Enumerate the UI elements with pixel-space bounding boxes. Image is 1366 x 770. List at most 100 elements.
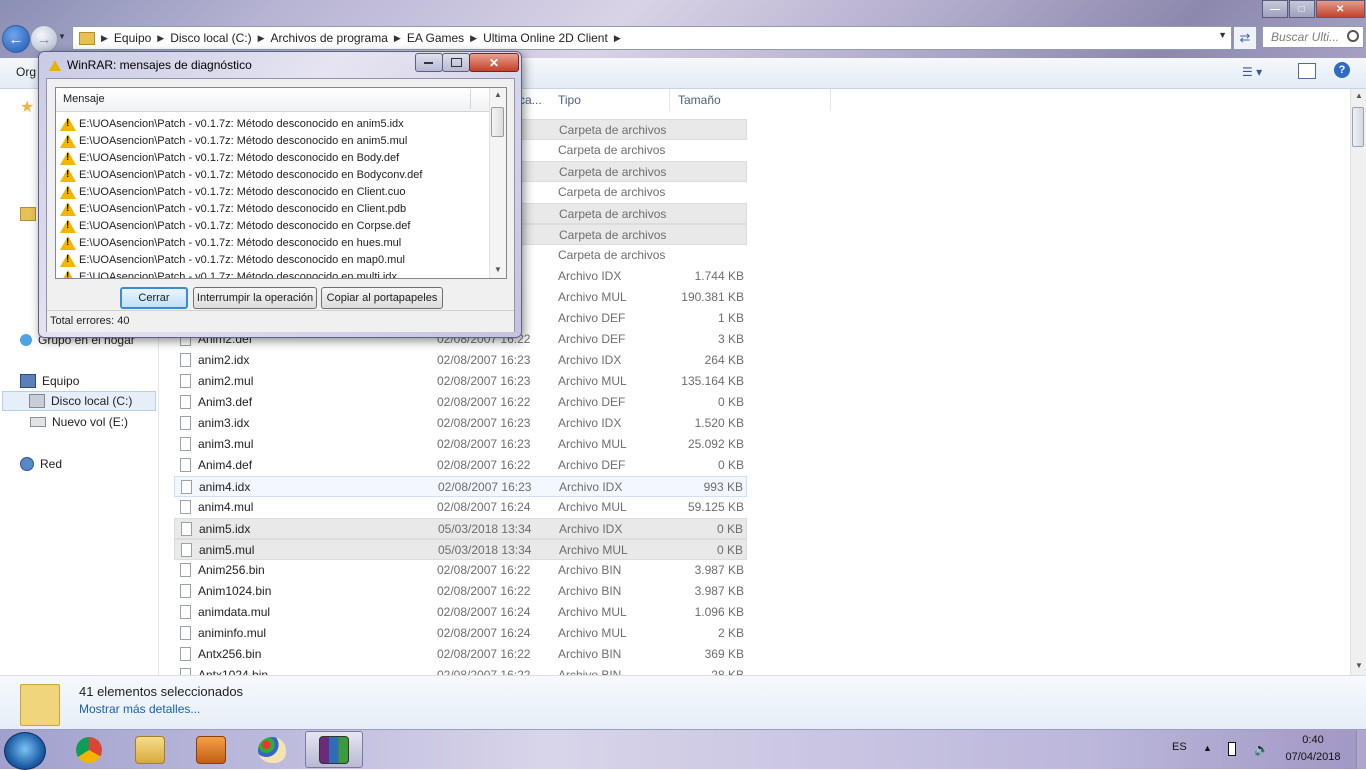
dialog-title: WinRAR: mensajes de diagnóstico bbox=[67, 58, 252, 72]
file-row[interactable]: Antx1024.bin 02/08/2007 16:22 Archivo BIN 2… bbox=[174, 665, 747, 675]
message-row[interactable]: E:\UOAsencion\Patch - v0.1.7z: Método de… bbox=[60, 268, 397, 278]
clock-time[interactable]: 0:40 bbox=[1288, 734, 1338, 746]
file-row[interactable]: anim3.mul 02/08/2007 16:23 Archivo MUL 25.0… bbox=[174, 434, 747, 455]
message-row[interactable]: E:\UOAsencion\Patch - v0.1.7z: Método de… bbox=[60, 251, 405, 268]
search-input[interactable]: Buscar Ulti... bbox=[1262, 26, 1364, 48]
chevron-right-icon[interactable]: ▶ bbox=[468, 33, 479, 44]
scroll-up-icon[interactable]: ▲ bbox=[1351, 91, 1366, 100]
dialog-minimize-button[interactable] bbox=[415, 53, 443, 72]
file-row[interactable]: Anim3.def 02/08/2007 16:22 Archivo DEF 0 KB bbox=[174, 392, 747, 413]
language-indicator[interactable]: ES bbox=[1172, 741, 1187, 753]
file-date: 02/08/2007 16:22 bbox=[437, 668, 531, 675]
start-button[interactable] bbox=[4, 732, 46, 770]
chevron-down-icon[interactable]: ▼ bbox=[1218, 30, 1227, 40]
file-date: 02/08/2007 16:22 bbox=[437, 647, 531, 661]
message-row[interactable]: E:\UOAsencion\Patch - v0.1.7z: Método de… bbox=[60, 234, 401, 251]
scroll-up-icon[interactable]: ▲ bbox=[490, 90, 506, 99]
taskbar-winrar[interactable] bbox=[305, 731, 363, 768]
column-divider[interactable] bbox=[669, 89, 670, 111]
file-date: 02/08/2007 16:23 bbox=[437, 374, 531, 388]
taskbar-chrome[interactable] bbox=[60, 731, 118, 768]
address-bar[interactable]: ▶ Equipo ▶ Disco local (C:) ▶ Archivos d… bbox=[72, 26, 1232, 50]
help-icon[interactable]: ? bbox=[1334, 62, 1350, 78]
message-row[interactable]: E:\UOAsencion\Patch - v0.1.7z: Método de… bbox=[60, 115, 404, 132]
column-header-date[interactable]: ca... bbox=[519, 93, 542, 107]
message-text: E:\UOAsencion\Patch - v0.1.7z: Método de… bbox=[79, 253, 405, 266]
file-row[interactable]: animdata.mul 02/08/2007 16:24 Archivo MUL 1… bbox=[174, 602, 747, 623]
message-row[interactable]: E:\UOAsencion\Patch - v0.1.7z: Método de… bbox=[60, 217, 410, 234]
chevron-right-icon[interactable]: ▶ bbox=[392, 33, 403, 44]
taskbar-media-player[interactable] bbox=[182, 731, 240, 768]
chevron-right-icon[interactable]: ▶ bbox=[99, 33, 110, 44]
maximize-button[interactable]: □ bbox=[1288, 0, 1315, 18]
show-desktop-button[interactable] bbox=[1356, 730, 1366, 769]
scrollbar-thumb[interactable] bbox=[491, 107, 504, 137]
sidebar-item-computer[interactable]: Equipo bbox=[20, 371, 79, 391]
close-window-button[interactable]: ✕ bbox=[1315, 0, 1365, 18]
message-row[interactable]: E:\UOAsencion\Patch - v0.1.7z: Método de… bbox=[60, 132, 407, 149]
clock-date[interactable]: 07/04/2018 bbox=[1278, 751, 1348, 763]
file-row[interactable]: anim5.idx 05/03/2018 13:34 Archivo IDX 0 KB bbox=[174, 518, 747, 539]
breadcrumb-program-files[interactable]: Archivos de programa bbox=[267, 31, 392, 45]
taskbar-explorer[interactable] bbox=[121, 731, 179, 768]
chevron-right-icon[interactable]: ▶ bbox=[612, 33, 623, 44]
scrollbar-thumb[interactable] bbox=[1352, 107, 1364, 147]
file-row[interactable]: Antx256.bin 02/08/2007 16:22 Archivo BIN 36… bbox=[174, 644, 747, 665]
message-row[interactable]: E:\UOAsencion\Patch - v0.1.7z: Método de… bbox=[60, 200, 406, 217]
column-divider[interactable] bbox=[470, 90, 471, 109]
message-row[interactable]: E:\UOAsencion\Patch - v0.1.7z: Método de… bbox=[60, 149, 399, 166]
file-row[interactable]: anim4.mul 02/08/2007 16:24 Archivo MUL 59.1… bbox=[174, 497, 747, 518]
scroll-down-icon[interactable]: ▼ bbox=[490, 265, 506, 274]
favorites-star-icon[interactable]: ★ bbox=[20, 97, 34, 117]
dialog-maximize-button[interactable] bbox=[442, 53, 470, 72]
copy-to-clipboard-button[interactable]: Copiar al portapapeles bbox=[321, 287, 443, 309]
file-row[interactable]: anim4.idx 02/08/2007 16:23 Archivo IDX 993 … bbox=[174, 476, 747, 497]
minimize-button[interactable]: — bbox=[1262, 0, 1288, 18]
volume-icon[interactable]: 🔈 bbox=[1254, 742, 1269, 756]
dialog-close-button[interactable]: ✕ bbox=[469, 53, 519, 72]
column-divider[interactable] bbox=[830, 89, 831, 111]
file-name: Anim256.bin bbox=[198, 563, 265, 577]
window-controls: — □ ✕ bbox=[1262, 0, 1366, 18]
close-button[interactable]: Cerrar bbox=[120, 287, 188, 309]
chevron-right-icon[interactable]: ▶ bbox=[256, 33, 267, 44]
file-list-scrollbar[interactable]: ▲ ▼ bbox=[1350, 89, 1366, 675]
column-header-size[interactable]: Tamaño bbox=[678, 93, 721, 107]
chevron-right-icon[interactable]: ▶ bbox=[155, 33, 166, 44]
view-options-icon[interactable]: ☰ ▾ bbox=[1242, 65, 1262, 79]
file-row[interactable]: animinfo.mul 02/08/2007 16:24 Archivo MUL 2… bbox=[174, 623, 747, 644]
refresh-button[interactable]: ⇄ bbox=[1233, 26, 1257, 50]
file-row[interactable]: Anim1024.bin 02/08/2007 16:22 Archivo BIN 3… bbox=[174, 581, 747, 602]
breadcrumb-computer[interactable]: Equipo bbox=[110, 31, 155, 45]
show-more-details-link[interactable]: Mostrar más detalles... bbox=[79, 702, 200, 716]
file-row[interactable]: anim2.idx 02/08/2007 16:23 Archivo IDX 264 … bbox=[174, 350, 747, 371]
message-list[interactable]: Mensaje E:\UOAsencion\Patch - v0.1.7z: M… bbox=[55, 87, 507, 279]
preview-pane-icon[interactable] bbox=[1298, 63, 1316, 79]
scroll-down-icon[interactable]: ▼ bbox=[1351, 661, 1366, 670]
file-row[interactable]: Anim4.def 02/08/2007 16:22 Archivo DEF 0 KB bbox=[174, 455, 747, 476]
column-header-message[interactable]: Mensaje bbox=[63, 93, 105, 105]
battery-icon[interactable] bbox=[1228, 742, 1236, 756]
forward-button[interactable]: → bbox=[30, 25, 58, 53]
breadcrumb-ultima-online[interactable]: Ultima Online 2D Client bbox=[479, 31, 612, 45]
back-button[interactable]: ← bbox=[2, 25, 30, 53]
sidebar-item-disk-e[interactable]: Nuevo vol (E:) bbox=[30, 412, 128, 432]
stop-operation-button[interactable]: Interrumpir la operación bbox=[193, 287, 317, 309]
column-header-type[interactable]: Tipo bbox=[558, 93, 581, 107]
recent-pages-chevron-icon[interactable]: ▼ bbox=[58, 32, 68, 44]
warning-icon bbox=[60, 133, 76, 148]
sidebar-item-disk-c[interactable]: Disco local (C:) bbox=[2, 391, 156, 411]
file-row[interactable]: anim3.idx 02/08/2007 16:23 Archivo IDX 1.52… bbox=[174, 413, 747, 434]
breadcrumb-disk-c[interactable]: Disco local (C:) bbox=[166, 31, 255, 45]
organize-button[interactable]: Org bbox=[16, 65, 36, 79]
message-row[interactable]: E:\UOAsencion\Patch - v0.1.7z: Método de… bbox=[60, 183, 406, 200]
file-icon bbox=[180, 374, 191, 388]
file-row[interactable]: Anim256.bin 02/08/2007 16:22 Archivo BIN 3.… bbox=[174, 560, 747, 581]
file-row[interactable]: anim5.mul 05/03/2018 13:34 Archivo MUL 0 KB bbox=[174, 539, 747, 560]
breadcrumb-ea-games[interactable]: EA Games bbox=[403, 31, 468, 45]
taskbar-paint[interactable] bbox=[243, 731, 301, 768]
file-row[interactable]: anim2.mul 02/08/2007 16:23 Archivo MUL 135.… bbox=[174, 371, 747, 392]
message-row[interactable]: E:\UOAsencion\Patch - v0.1.7z: Método de… bbox=[60, 166, 422, 183]
show-hidden-icons-chevron-icon[interactable]: ▲ bbox=[1203, 743, 1212, 753]
sidebar-item-network[interactable]: Red bbox=[20, 454, 62, 474]
